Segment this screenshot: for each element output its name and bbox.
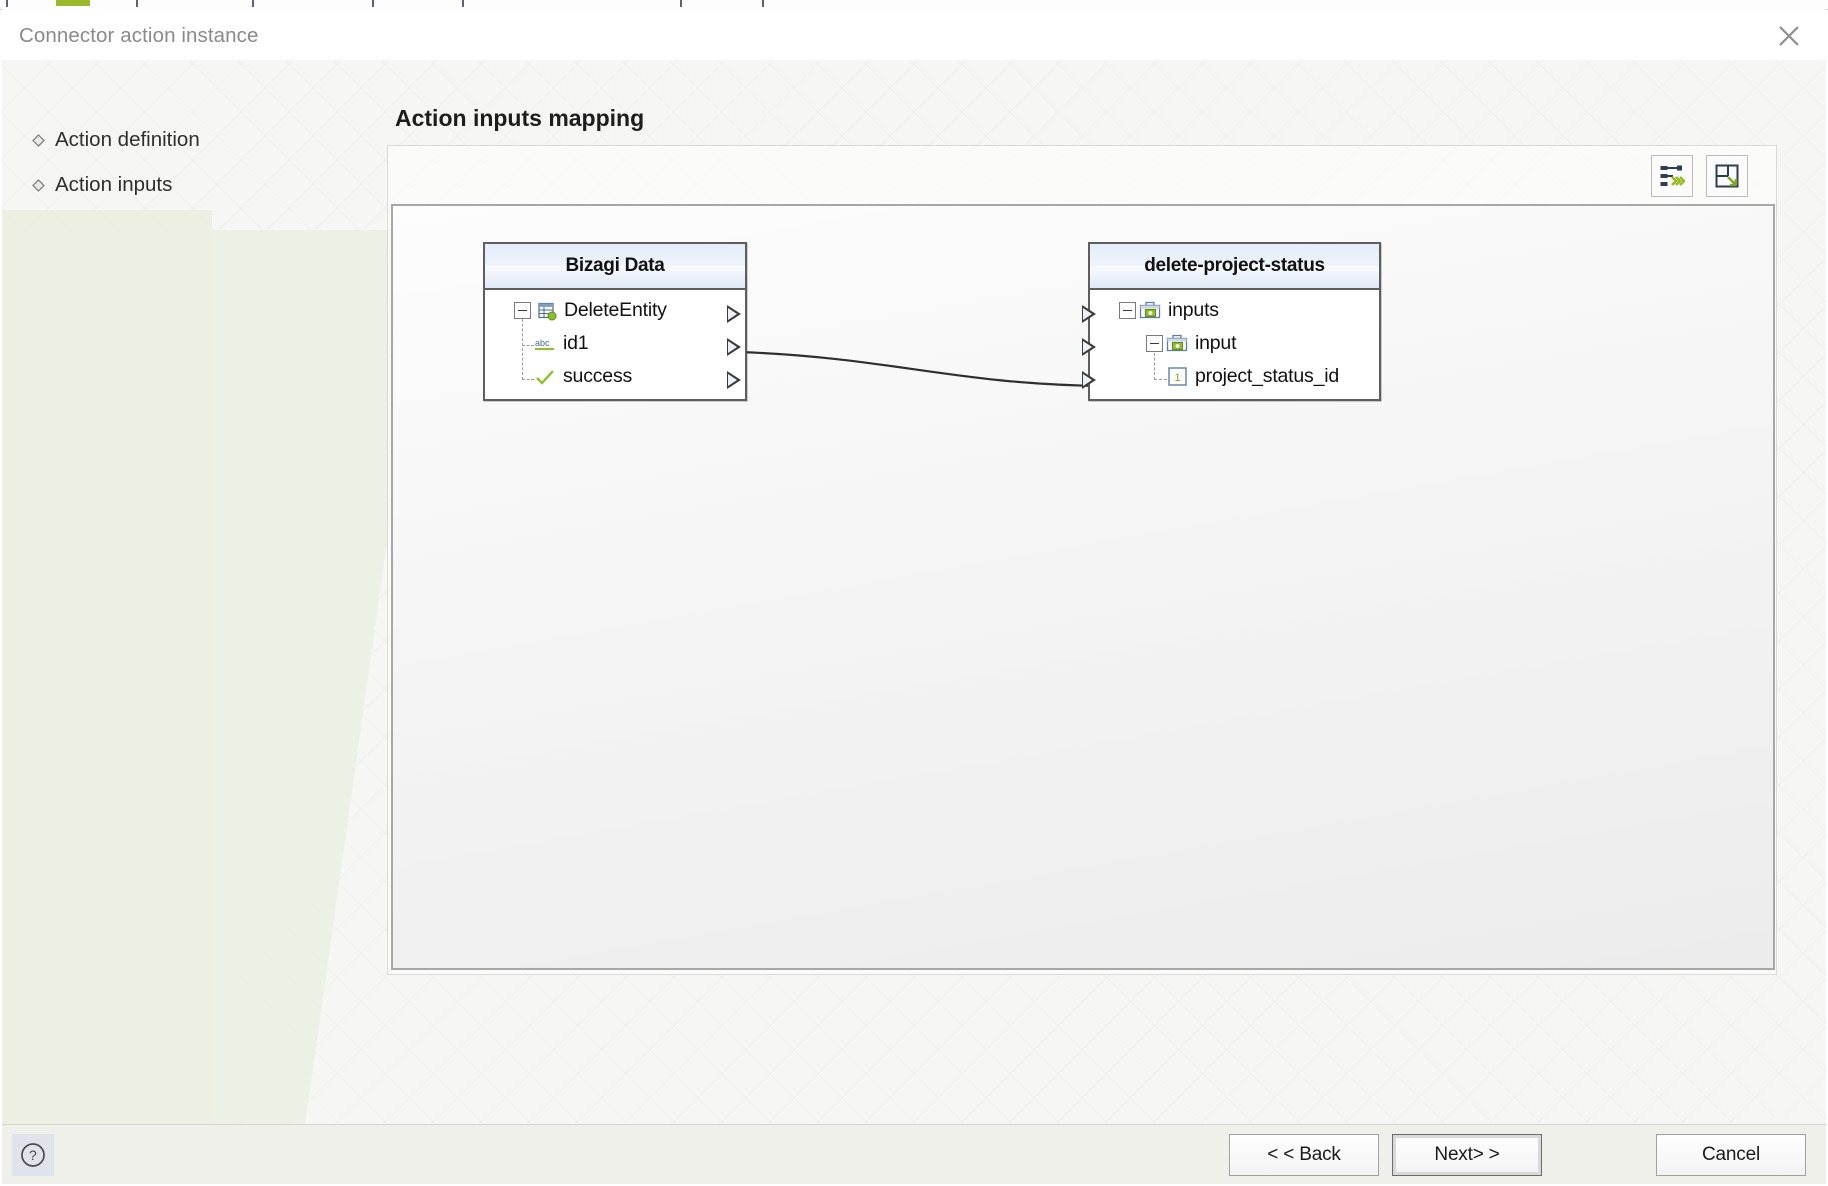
diamond-bullet-icon xyxy=(32,133,45,147)
close-icon[interactable] xyxy=(1766,15,1812,55)
tree-row[interactable]: inputs xyxy=(1090,294,1379,327)
source-port-deleteentity[interactable] xyxy=(727,305,741,323)
next-button[interactable]: Next> > xyxy=(1392,1134,1542,1176)
tree-row[interactable]: success xyxy=(485,360,745,393)
svg-text:1: 1 xyxy=(1175,372,1181,384)
source-node[interactable]: Bizagi Data DeleteEntity abc id1 success xyxy=(483,242,747,401)
dialog-footer: ? < < Back Next> > Cancel xyxy=(2,1124,1826,1184)
entity-table-icon xyxy=(537,301,557,321)
auto-layout-icon[interactable] xyxy=(1651,155,1693,197)
briefcase-icon xyxy=(1166,334,1188,354)
tree-row[interactable]: 1 project_status_id xyxy=(1090,360,1379,393)
tree-row-label: inputs xyxy=(1168,299,1219,321)
abc-string-icon: abc xyxy=(534,335,556,353)
connector-action-instance-dialog: Connector action instance Action definit… xyxy=(0,0,1828,1186)
sidebar-item-label: Action inputs xyxy=(55,173,173,196)
sidebar-item-action-inputs[interactable]: Action inputs xyxy=(32,173,172,197)
source-node-body: DeleteEntity abc id1 success xyxy=(485,290,745,399)
dialog-title: Connector action instance xyxy=(19,24,259,47)
wizard-step-list: Action definition Action inputs xyxy=(2,60,332,1124)
help-question-icon[interactable]: ? xyxy=(12,1134,54,1176)
content-pane: Action inputs mapping Bizagi Data Delete… xyxy=(332,60,1826,1124)
back-button[interactable]: < < Back xyxy=(1229,1134,1379,1176)
number-one-icon: 1 xyxy=(1167,366,1188,387)
tree-row[interactable]: input xyxy=(1090,327,1379,360)
cancel-button[interactable]: Cancel xyxy=(1656,1134,1806,1176)
expander-collapse-icon[interactable] xyxy=(1119,302,1136,319)
sidebar-item-action-definition[interactable]: Action definition xyxy=(32,128,200,152)
dialog-titlebar: Connector action instance xyxy=(2,9,1826,60)
target-node[interactable]: delete-project-status inputs input 1 pro… xyxy=(1082,242,1381,401)
target-node-title: delete-project-status xyxy=(1144,255,1325,276)
fit-to-window-icon[interactable] xyxy=(1706,155,1748,197)
tree-row-label: id1 xyxy=(563,332,589,354)
mapping-canvas[interactable]: Bizagi Data DeleteEntity abc id1 success… xyxy=(391,204,1775,970)
expander-collapse-icon[interactable] xyxy=(1146,335,1163,352)
tree-row-label: success xyxy=(563,365,633,387)
connection-id1-to-project-status-id xyxy=(740,350,1104,388)
tree-row-label: input xyxy=(1195,332,1237,354)
svg-text:?: ? xyxy=(29,1147,37,1163)
source-port-success[interactable] xyxy=(727,371,741,389)
expander-collapse-icon[interactable] xyxy=(514,302,531,319)
briefcase-icon xyxy=(1139,301,1161,321)
check-boolean-icon xyxy=(534,368,556,386)
target-port-inputs[interactable] xyxy=(1082,305,1096,323)
tree-row[interactable]: abc id1 xyxy=(485,327,745,360)
target-node-body: inputs input 1 project_status_id xyxy=(1090,290,1379,399)
target-port-project-status-id[interactable] xyxy=(1082,371,1096,389)
source-node-header: Bizagi Data xyxy=(485,244,745,290)
svg-text:abc: abc xyxy=(535,338,550,348)
tree-row[interactable]: DeleteEntity xyxy=(485,294,745,327)
dialog-body: Action definition Action inputs Action i… xyxy=(2,60,1826,1124)
mapping-card: Bizagi Data DeleteEntity abc id1 success… xyxy=(387,145,1777,975)
target-node-header: delete-project-status xyxy=(1090,244,1379,290)
sidebar-item-label: Action definition xyxy=(55,128,200,151)
source-node-title: Bizagi Data xyxy=(565,255,665,276)
target-port-input[interactable] xyxy=(1082,338,1096,356)
page-title: Action inputs mapping xyxy=(395,105,645,131)
diamond-bullet-icon xyxy=(32,178,45,192)
tree-row-label: DeleteEntity xyxy=(564,299,667,321)
source-port-id1[interactable] xyxy=(727,338,741,356)
tree-row-label: project_status_id xyxy=(1195,365,1340,387)
mapping-toolbar xyxy=(388,146,1776,204)
